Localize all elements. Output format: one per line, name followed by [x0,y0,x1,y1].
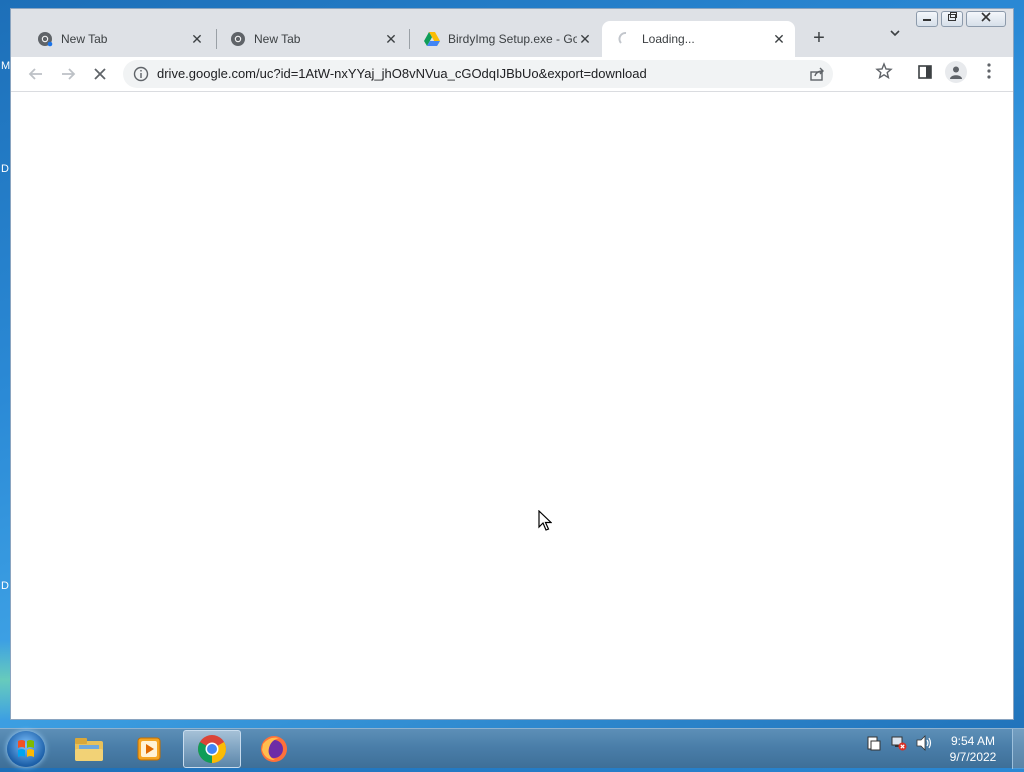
new-tab-button[interactable]: + [807,27,831,51]
desktop-icon-label: D [1,580,9,592]
taskbar-chrome[interactable] [183,730,241,768]
taskbar-explorer[interactable] [60,730,118,768]
close-tab-icon[interactable]: ✕ [771,31,787,47]
page-content [11,92,1013,719]
chrome-icon [37,31,53,47]
tab-title: New Tab [61,32,108,46]
close-window-button[interactable] [966,11,1006,27]
desktop-icon-label: M [1,60,11,72]
close-tab-icon[interactable]: ✕ [577,31,593,47]
clock-date: 9/7/2022 [949,750,997,764]
more-menu-icon[interactable] [981,62,997,85]
tab-birdyimg-setup[interactable]: BirdyImg Setup.exe - Go ✕ [408,21,601,57]
mouse-cursor-icon [538,509,553,537]
url-text[interactable]: drive.google.com/uc?id=1AtW-nxYYaj_jhO8v… [157,66,647,81]
close-tab-icon[interactable]: ✕ [383,31,399,47]
chrome-icon [230,31,246,47]
taskbar-firefox[interactable] [245,730,303,768]
stop-loading-button[interactable] [89,63,111,85]
loading-spinner-icon [618,31,634,47]
back-button[interactable] [25,63,47,85]
tab-new-tab-2[interactable]: New Tab ✕ [214,21,407,57]
clock-time: 9:54 AM [950,734,996,748]
tab-title: New Tab [254,32,301,46]
chrome-icon [198,735,226,763]
tab-search-button[interactable] [885,27,905,49]
site-info-icon[interactable] [133,66,149,82]
firefox-icon [261,736,287,762]
address-bar[interactable]: drive.google.com/uc?id=1AtW-nxYYaj_jhO8v… [123,60,833,88]
bookmark-star-icon[interactable] [875,62,893,85]
browser-window: New Tab ✕ New Tab ✕ BirdyImg Setup.exe -… [10,8,1014,720]
folder-icon [75,738,103,761]
taskbar: 9:54 AM 9/7/2022 [0,728,1024,769]
network-disconnected-icon[interactable] [891,735,907,756]
restore-button[interactable] [941,11,963,27]
forward-button[interactable] [57,63,79,85]
browser-toolbar: drive.google.com/uc?id=1AtW-nxYYaj_jhO8v… [11,57,1013,92]
system-clock[interactable]: 9:54 AM 9/7/2022 [938,733,1008,765]
tab-title: BirdyImg Setup.exe - Go [448,32,577,46]
tab-loading[interactable]: Loading... ✕ [602,21,795,57]
share-icon[interactable] [809,66,825,87]
show-desktop-button[interactable] [1012,729,1024,769]
tab-new-tab-1[interactable]: New Tab ✕ [21,21,213,57]
close-tab-icon[interactable]: ✕ [189,31,205,47]
start-button[interactable] [7,731,45,767]
action-center-icon[interactable] [866,735,882,756]
google-drive-icon [424,31,440,47]
volume-icon[interactable] [915,735,933,756]
tab-strip: New Tab ✕ New Tab ✕ BirdyImg Setup.exe -… [11,9,1013,57]
side-panel-icon[interactable] [917,64,933,85]
windows-logo-icon [18,740,34,757]
tab-title: Loading... [642,32,695,46]
minimize-button[interactable] [916,11,938,27]
taskbar-media-player[interactable] [120,730,178,768]
desktop-icon-label: D [1,163,9,175]
media-player-icon [137,737,161,761]
profile-avatar-icon[interactable] [945,61,967,83]
